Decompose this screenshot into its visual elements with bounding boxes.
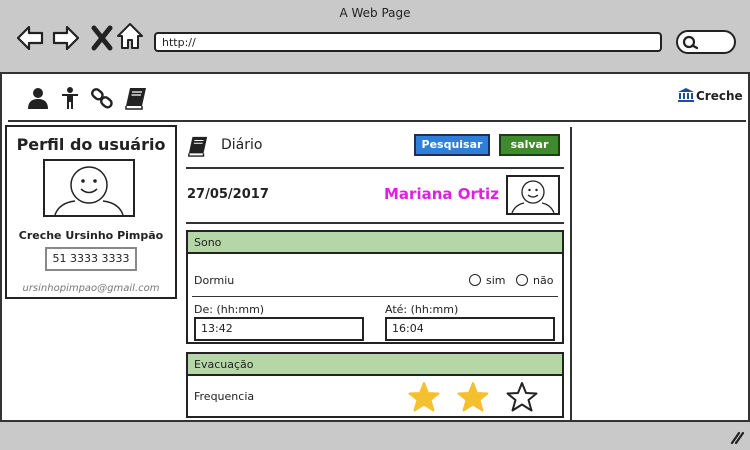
divider <box>192 296 558 297</box>
creche-link-label: Creche <box>696 89 743 103</box>
link-icon[interactable] <box>90 86 114 110</box>
diary-date: 27/05/2017 <box>187 187 269 202</box>
to-time-field[interactable]: 16:04 <box>385 317 555 341</box>
radio-nao-label: não <box>533 274 554 287</box>
user-icon[interactable] <box>26 86 50 110</box>
diary-title: Diário <box>221 137 263 153</box>
search-button[interactable]: Pesquisar <box>414 134 490 156</box>
home-icon[interactable] <box>116 22 144 50</box>
star-filled-icon[interactable] <box>408 381 440 413</box>
profile-panel: Perfil do usuário Creche Ursinho Pimpão … <box>5 125 177 299</box>
divider <box>186 222 564 224</box>
frequency-label: Frequencia <box>194 390 255 403</box>
student-photo <box>506 175 560 215</box>
sono-header: Sono <box>188 232 562 254</box>
book-icon[interactable] <box>124 86 148 110</box>
content-border <box>570 127 572 420</box>
sono-section: Sono Dormiu sim não De: (hh:mm) 13:42 At… <box>186 230 564 344</box>
radio-sim-label: sim <box>486 274 506 287</box>
student-avatar-icon <box>511 180 555 213</box>
resize-handle-icon[interactable] <box>728 430 744 444</box>
radio-sim[interactable] <box>469 274 481 286</box>
evacuacao-section: Evacuação Frequencia <box>186 352 564 418</box>
from-time-field[interactable]: 13:42 <box>194 317 364 341</box>
student-name: Mariana Ortiz <box>384 185 499 203</box>
profile-title: Perfil do usuário <box>16 135 166 154</box>
email-text: ursinhopimpao@gmail.com <box>22 283 160 294</box>
search-icon <box>682 35 698 50</box>
diary-book-icon <box>188 136 208 157</box>
institution-icon <box>678 88 694 102</box>
divider <box>186 167 564 169</box>
star-filled-icon[interactable] <box>457 381 489 413</box>
phone-field[interactable]: 51 3333 3333 <box>45 247 137 271</box>
from-label: De: (hh:mm) <box>194 303 265 316</box>
slept-label: Dormiu <box>194 274 235 287</box>
app-header <box>8 76 746 122</box>
evacuacao-header: Evacuação <box>188 354 562 376</box>
star-empty-icon[interactable] <box>506 381 538 413</box>
close-icon[interactable] <box>88 24 116 52</box>
window-title: A Web Page <box>339 6 411 20</box>
avatar <box>43 159 135 217</box>
browser-search-box[interactable] <box>676 30 736 54</box>
forward-icon[interactable] <box>52 24 80 52</box>
to-label: Até: (hh:mm) <box>385 303 459 316</box>
profile-org-name: Creche Ursinho Pimpão <box>18 229 164 242</box>
avatar-placeholder-icon <box>54 166 124 215</box>
creche-link[interactable]: Creche <box>678 88 743 103</box>
url-bar[interactable]: http:// <box>154 32 662 52</box>
back-icon[interactable] <box>16 24 44 52</box>
child-icon[interactable] <box>58 86 82 110</box>
save-button[interactable]: salvar <box>499 134 560 156</box>
browser-footer <box>0 420 750 450</box>
radio-nao[interactable] <box>516 274 528 286</box>
frequency-rating[interactable] <box>408 381 548 413</box>
